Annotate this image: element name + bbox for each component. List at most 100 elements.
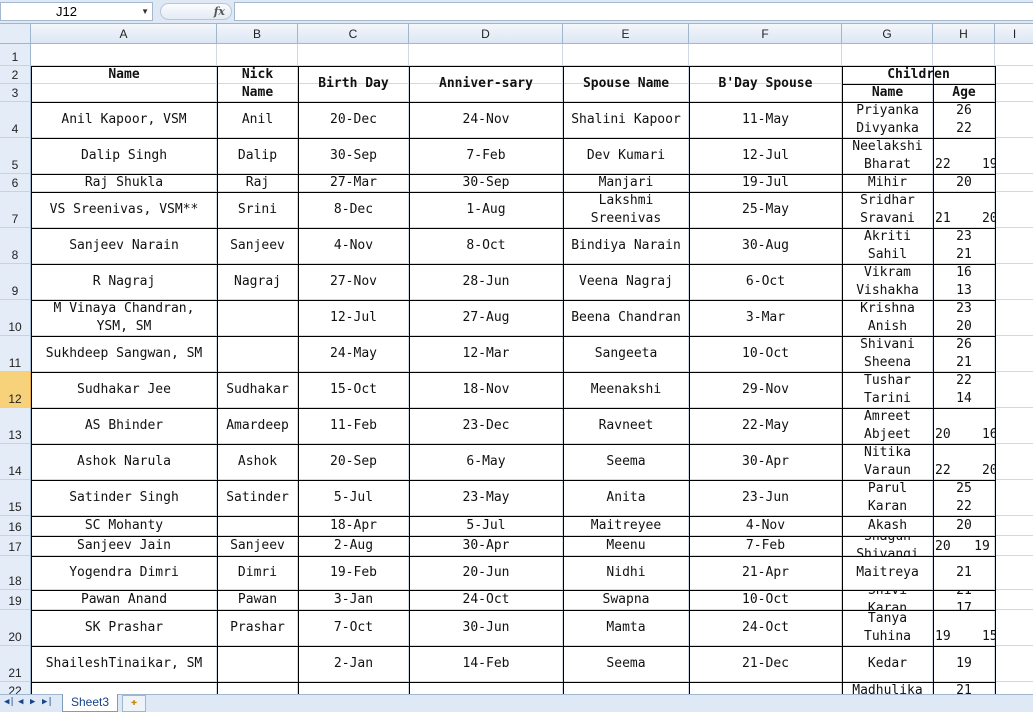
cell-spouse-name[interactable] [563,682,689,694]
cell-nick-name[interactable]: Sanjeev [217,228,298,264]
cell-child-ages[interactable]: 21 17 [933,590,995,610]
cell-child-ages[interactable]: 16 13 [933,264,995,300]
cell-child-ages[interactable]: 26 21 [933,336,995,372]
cell-spouse-birthday[interactable]: 10-Oct [689,590,842,610]
cell-birth-day[interactable]: 7-Oct [298,610,409,646]
cell-birth-day[interactable]: 20-Sep [298,444,409,480]
cell-nick-name[interactable]: Dimri [217,556,298,590]
cell-child-ages[interactable]: 23 21 [933,228,995,264]
spreadsheet-grid[interactable]: A B C D E F G H I 1 2 3 4 5 6 7 8 9 10 11 12 13 14 15 16 17 18 19 20… [0,24,1033,694]
cell-child-ages[interactable]: 22 20 [933,444,995,480]
cell-child-names[interactable]: Krishna Anish [842,300,933,336]
cell-birth-day[interactable]: 27-Mar [298,174,409,192]
cell-name[interactable]: Ashok Narula [31,444,217,480]
cell-anniversary[interactable]: 6-May [409,444,563,480]
cell-child-names[interactable]: Sridhar Sravani [842,192,933,228]
cell-anniversary[interactable]: 24-Nov [409,102,563,138]
row-header-11[interactable]: 11 [0,336,31,372]
cell-child-names[interactable]: Amreet Abjeet [842,408,933,444]
cell-anniversary[interactable]: 5-Jul [409,516,563,536]
cell-birth-day[interactable]: 12-Jul [298,300,409,336]
cell-name[interactable]: Raj Shukla [31,174,217,192]
cell-spouse-birthday[interactable]: 23-Jun [689,480,842,516]
cell-name[interactable]: Anil Kapoor, VSM [31,102,217,138]
row-header-1[interactable]: 1 [0,44,31,66]
row-header-6[interactable]: 6 [0,174,31,192]
cell-spouse-name[interactable]: Maitreyee [563,516,689,536]
cell-spouse-birthday[interactable]: 30-Apr [689,444,842,480]
cell-name[interactable]: M Vinaya Chandran, YSM, SM [31,300,217,336]
cell-name[interactable]: Sanjeev Jain [31,536,217,556]
cell-child-names[interactable]: Vikram Vishakha [842,264,933,300]
cell-anniversary[interactable]: 12-Mar [409,336,563,372]
cell-anniversary[interactable]: 7-Feb [409,138,563,174]
cell-anniversary[interactable] [409,682,563,694]
cell-anniversary[interactable]: 27-Aug [409,300,563,336]
cell-child-ages[interactable]: 21 [933,556,995,590]
cell-name[interactable]: R Nagraj [31,264,217,300]
select-all-corner[interactable] [0,24,31,44]
cell-spouse-birthday[interactable]: 7-Feb [689,536,842,556]
last-sheet-icon[interactable]: ▶| [42,697,53,707]
cell-anniversary[interactable]: 20-Jun [409,556,563,590]
cell-child-names[interactable]: Neelakshi Bharat [842,138,933,174]
cell-nick-name[interactable]: Sudhakar [217,372,298,408]
cell-spouse-birthday[interactable]: 19-Jul [689,174,842,192]
cell-spouse-name[interactable]: Dev Kumari [563,138,689,174]
cell-spouse-name[interactable]: Meenakshi [563,372,689,408]
cell-birth-day[interactable]: 8-Dec [298,192,409,228]
cell-spouse-name[interactable]: Seema [563,444,689,480]
cell-nick-name[interactable]: Satinder [217,480,298,516]
cell-child-names[interactable]: Shivi Karan [842,590,933,610]
cell-spouse-birthday[interactable]: 22-May [689,408,842,444]
cell-name[interactable]: Sudhakar Jee [31,372,217,408]
column-header-a[interactable]: A [31,24,217,44]
row-header-15[interactable]: 15 [0,480,31,516]
cell-child-ages[interactable]: 21 [933,682,995,694]
cell-spouse-birthday[interactable]: 24-Oct [689,610,842,646]
cell-child-ages[interactable]: 20 [933,174,995,192]
cell-spouse-birthday[interactable]: 10-Oct [689,336,842,372]
column-header-c[interactable]: C [298,24,409,44]
cell-child-ages[interactable]: 25 22 [933,480,995,516]
row-header-5[interactable]: 5 [0,138,31,174]
cell-name[interactable]: Yogendra Dimri [31,556,217,590]
chevron-down-icon[interactable]: ▼ [141,3,149,20]
column-header-f[interactable]: F [689,24,842,44]
prev-sheet-icon[interactable]: ◀ [18,697,23,707]
cell-nick-name[interactable] [217,516,298,536]
cell-spouse-name[interactable]: Sangeeta [563,336,689,372]
cell-nick-name[interactable]: Prashar [217,610,298,646]
cell-spouse-name[interactable]: Bindiya Narain [563,228,689,264]
cell-birth-day[interactable]: 15-Oct [298,372,409,408]
row-header-16[interactable]: 16 [0,516,31,536]
cell-spouse-birthday[interactable]: 12-Jul [689,138,842,174]
cell-child-ages[interactable]: 19 15 [933,610,995,646]
cell-child-ages[interactable]: 20 19 [933,536,995,556]
row-header-8[interactable]: 8 [0,228,31,264]
column-header-h[interactable]: H [933,24,995,44]
cell-birth-day[interactable] [298,682,409,694]
cell-spouse-name[interactable]: Ravneet [563,408,689,444]
cell-spouse-name[interactable]: Mamta [563,610,689,646]
cell-name[interactable]: Satinder Singh [31,480,217,516]
row-header-7[interactable]: 7 [0,192,31,228]
cell-spouse-name[interactable]: Beena Chandran [563,300,689,336]
column-header-e[interactable]: E [563,24,689,44]
cell-spouse-name[interactable]: Anita [563,480,689,516]
cell-birth-day[interactable]: 2-Aug [298,536,409,556]
column-header-d[interactable]: D [409,24,563,44]
cell-name[interactable]: Sukhdeep Sangwan, SM [31,336,217,372]
column-header-b[interactable]: B [217,24,298,44]
cell-spouse-name[interactable]: Shalini Kapoor [563,102,689,138]
row-header-19[interactable]: 19 [0,590,31,610]
cell-birth-day[interactable]: 5-Jul [298,480,409,516]
cell-name[interactable] [31,682,217,694]
row-header-18[interactable]: 18 [0,556,31,590]
cell-child-names[interactable]: Nitika Varaun [842,444,933,480]
row-header-2[interactable]: 2 [0,66,31,84]
cell-child-names[interactable]: Shivani Sheena [842,336,933,372]
column-header-i[interactable]: I [995,24,1033,44]
cell-child-names[interactable]: Akash [842,516,933,536]
cell-name[interactable]: Pawan Anand [31,590,217,610]
